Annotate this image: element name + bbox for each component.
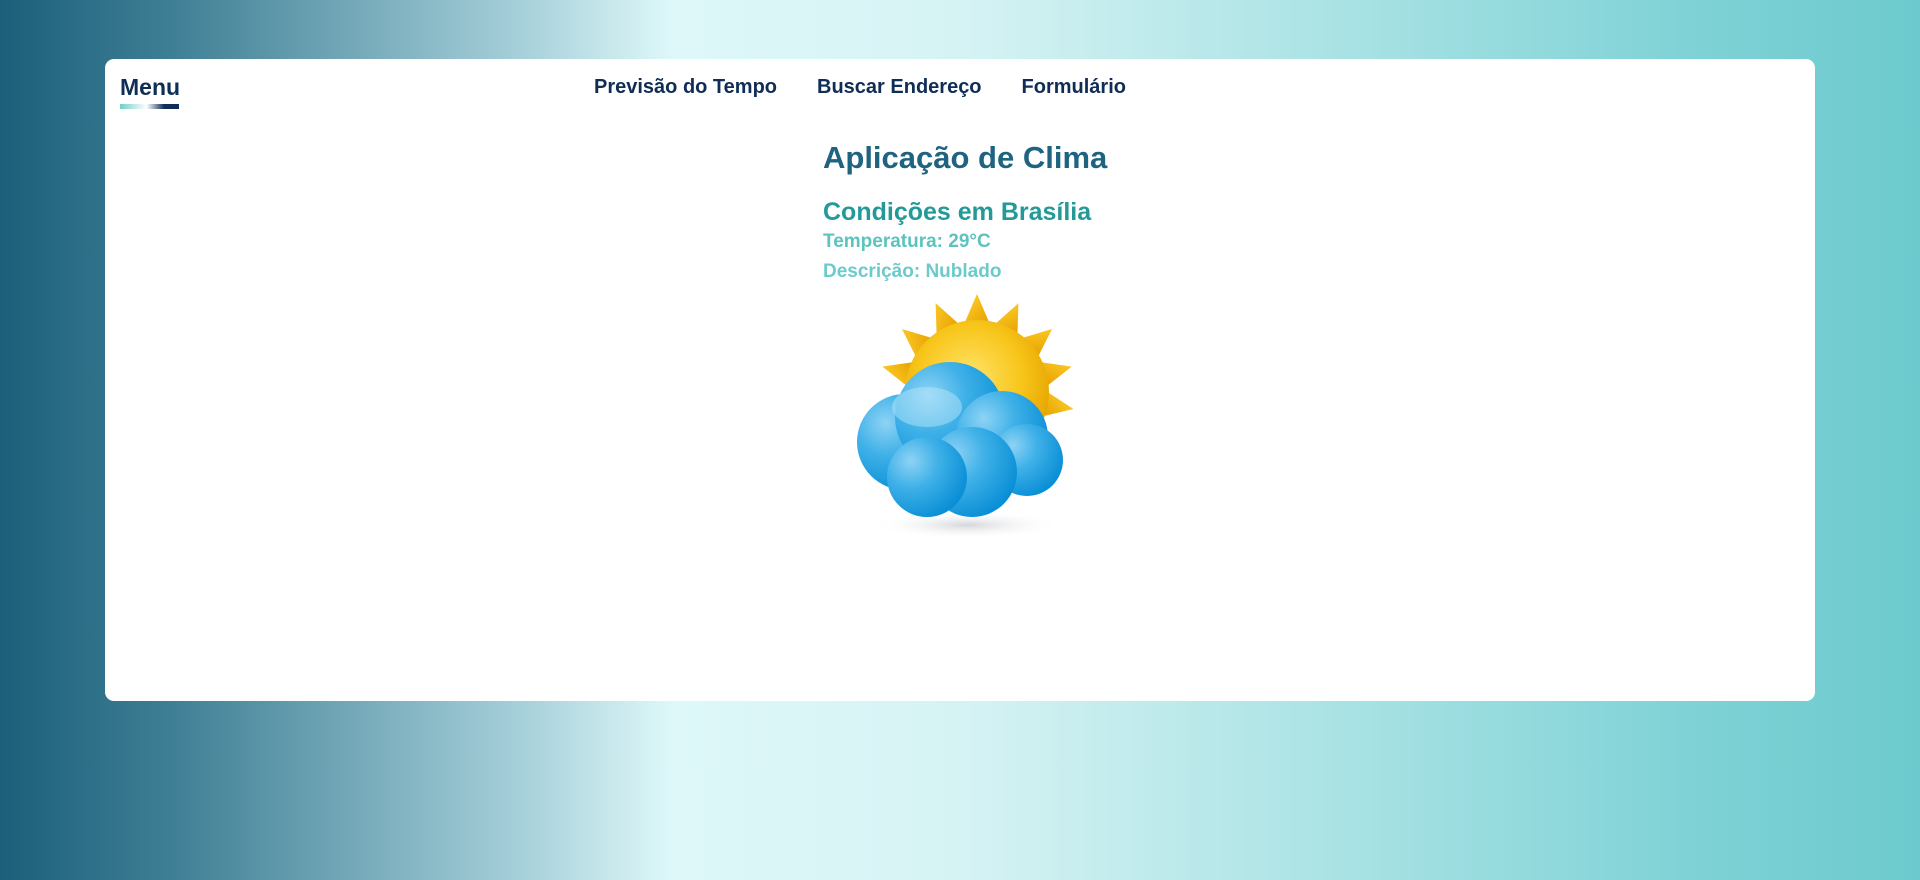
city-heading: Condições em Brasília [823,198,1092,226]
menu-brand: Menu [120,73,180,109]
nav-link-previsao-do-tempo[interactable]: Previsão do Tempo [594,73,777,101]
temperature-text: Temperatura: 29°C [823,231,991,252]
menu-underline-decoration [120,104,179,109]
top-nav: Previsão do Tempo Buscar Endereço Formul… [594,73,1126,101]
menu-title: Menu [120,74,181,100]
partly-cloudy-icon [857,294,1074,539]
main-card: Menu Previsão do Tempo Buscar Endereço F… [105,59,1815,701]
nav-link-formulario[interactable]: Formulário [1022,73,1126,101]
description-text: Descrição: Nublado [823,261,1002,282]
weather-content: Aplicação de Clima Condições em Brasília… [823,139,1107,287]
nav-link-buscar-endereco[interactable]: Buscar Endereço [817,73,982,101]
page-title: Aplicação de Clima [823,140,1108,175]
